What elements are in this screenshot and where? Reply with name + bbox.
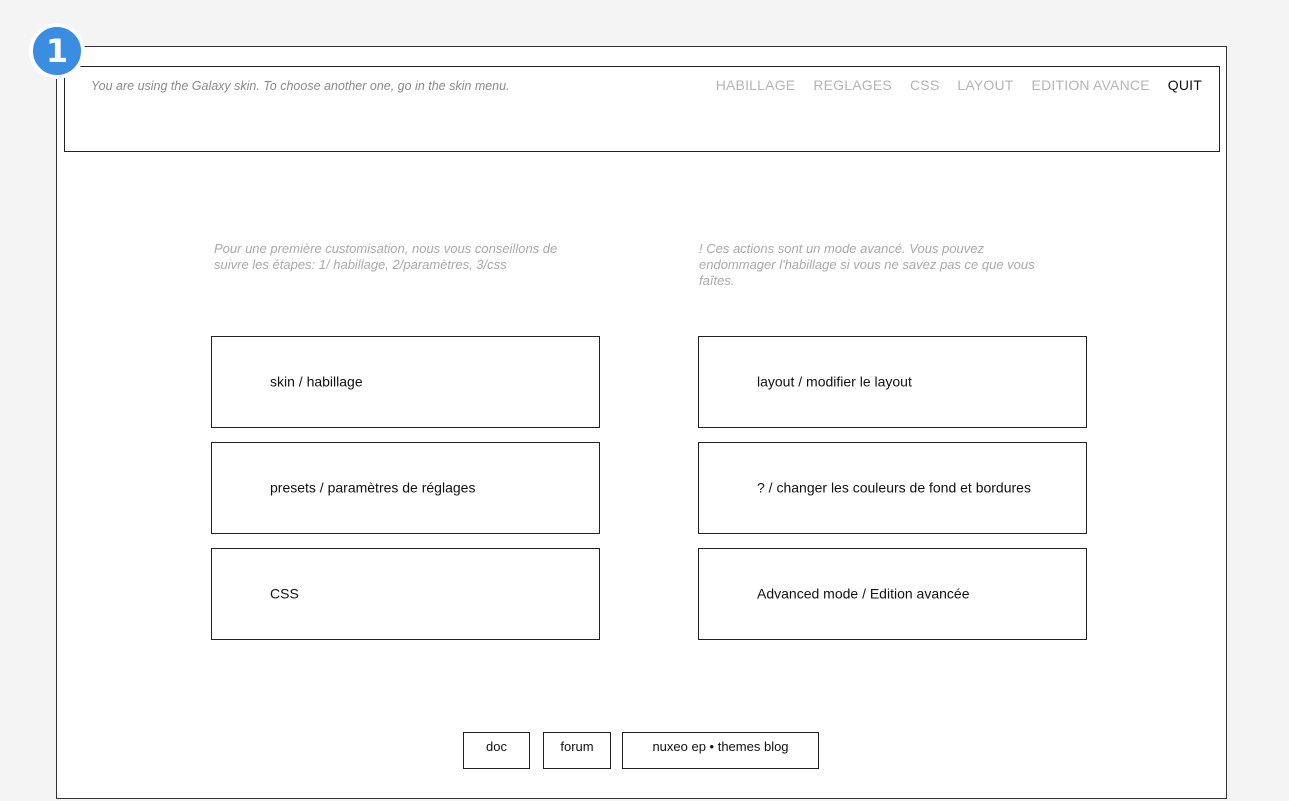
top-nav: HABILLAGE REGLAGES CSS LAYOUT EDITION AV… [698,77,1202,93]
layout-button[interactable]: layout / modifier le layout [698,336,1087,428]
skin-habillage-label: skin / habillage [270,373,363,390]
header-bar: You are using the Galaxy skin. To choose… [64,66,1220,152]
forum-link[interactable]: forum [543,732,611,769]
nav-css[interactable]: CSS [910,77,939,93]
colors-label: ? / changer les couleurs de fond et bord… [757,479,1031,496]
left-intro-text: Pour une première customisation, nous vo… [214,241,558,272]
css-button[interactable]: CSS [211,548,600,640]
nav-habillage[interactable]: HABILLAGE [716,77,796,93]
right-intro-text: ! Ces actions sont un mode avancé. Vous … [699,241,1035,288]
css-label: CSS [270,585,299,602]
themes-blog-link[interactable]: nuxeo ep • themes blog [622,732,819,769]
presets-button[interactable]: presets / paramètres de réglages [211,442,600,534]
nav-reglages[interactable]: REGLAGES [813,77,892,93]
colors-button[interactable]: ? / changer les couleurs de fond et bord… [698,442,1087,534]
presets-label: presets / paramètres de réglages [270,479,476,496]
skin-info-text: You are using the Galaxy skin. To choose… [91,79,510,93]
nav-quit[interactable]: QUIT [1168,77,1202,93]
advanced-mode-label: Advanced mode / Edition avancée [757,585,970,602]
skin-habillage-button[interactable]: skin / habillage [211,336,600,428]
nav-layout[interactable]: LAYOUT [957,77,1013,93]
doc-link[interactable]: doc [463,732,530,769]
step-number-badge: 1 [29,23,85,79]
advanced-mode-button[interactable]: Advanced mode / Edition avancée [698,548,1087,640]
layout-label: layout / modifier le layout [757,373,912,390]
nav-edition-avance[interactable]: EDITION AVANCE [1032,77,1150,93]
